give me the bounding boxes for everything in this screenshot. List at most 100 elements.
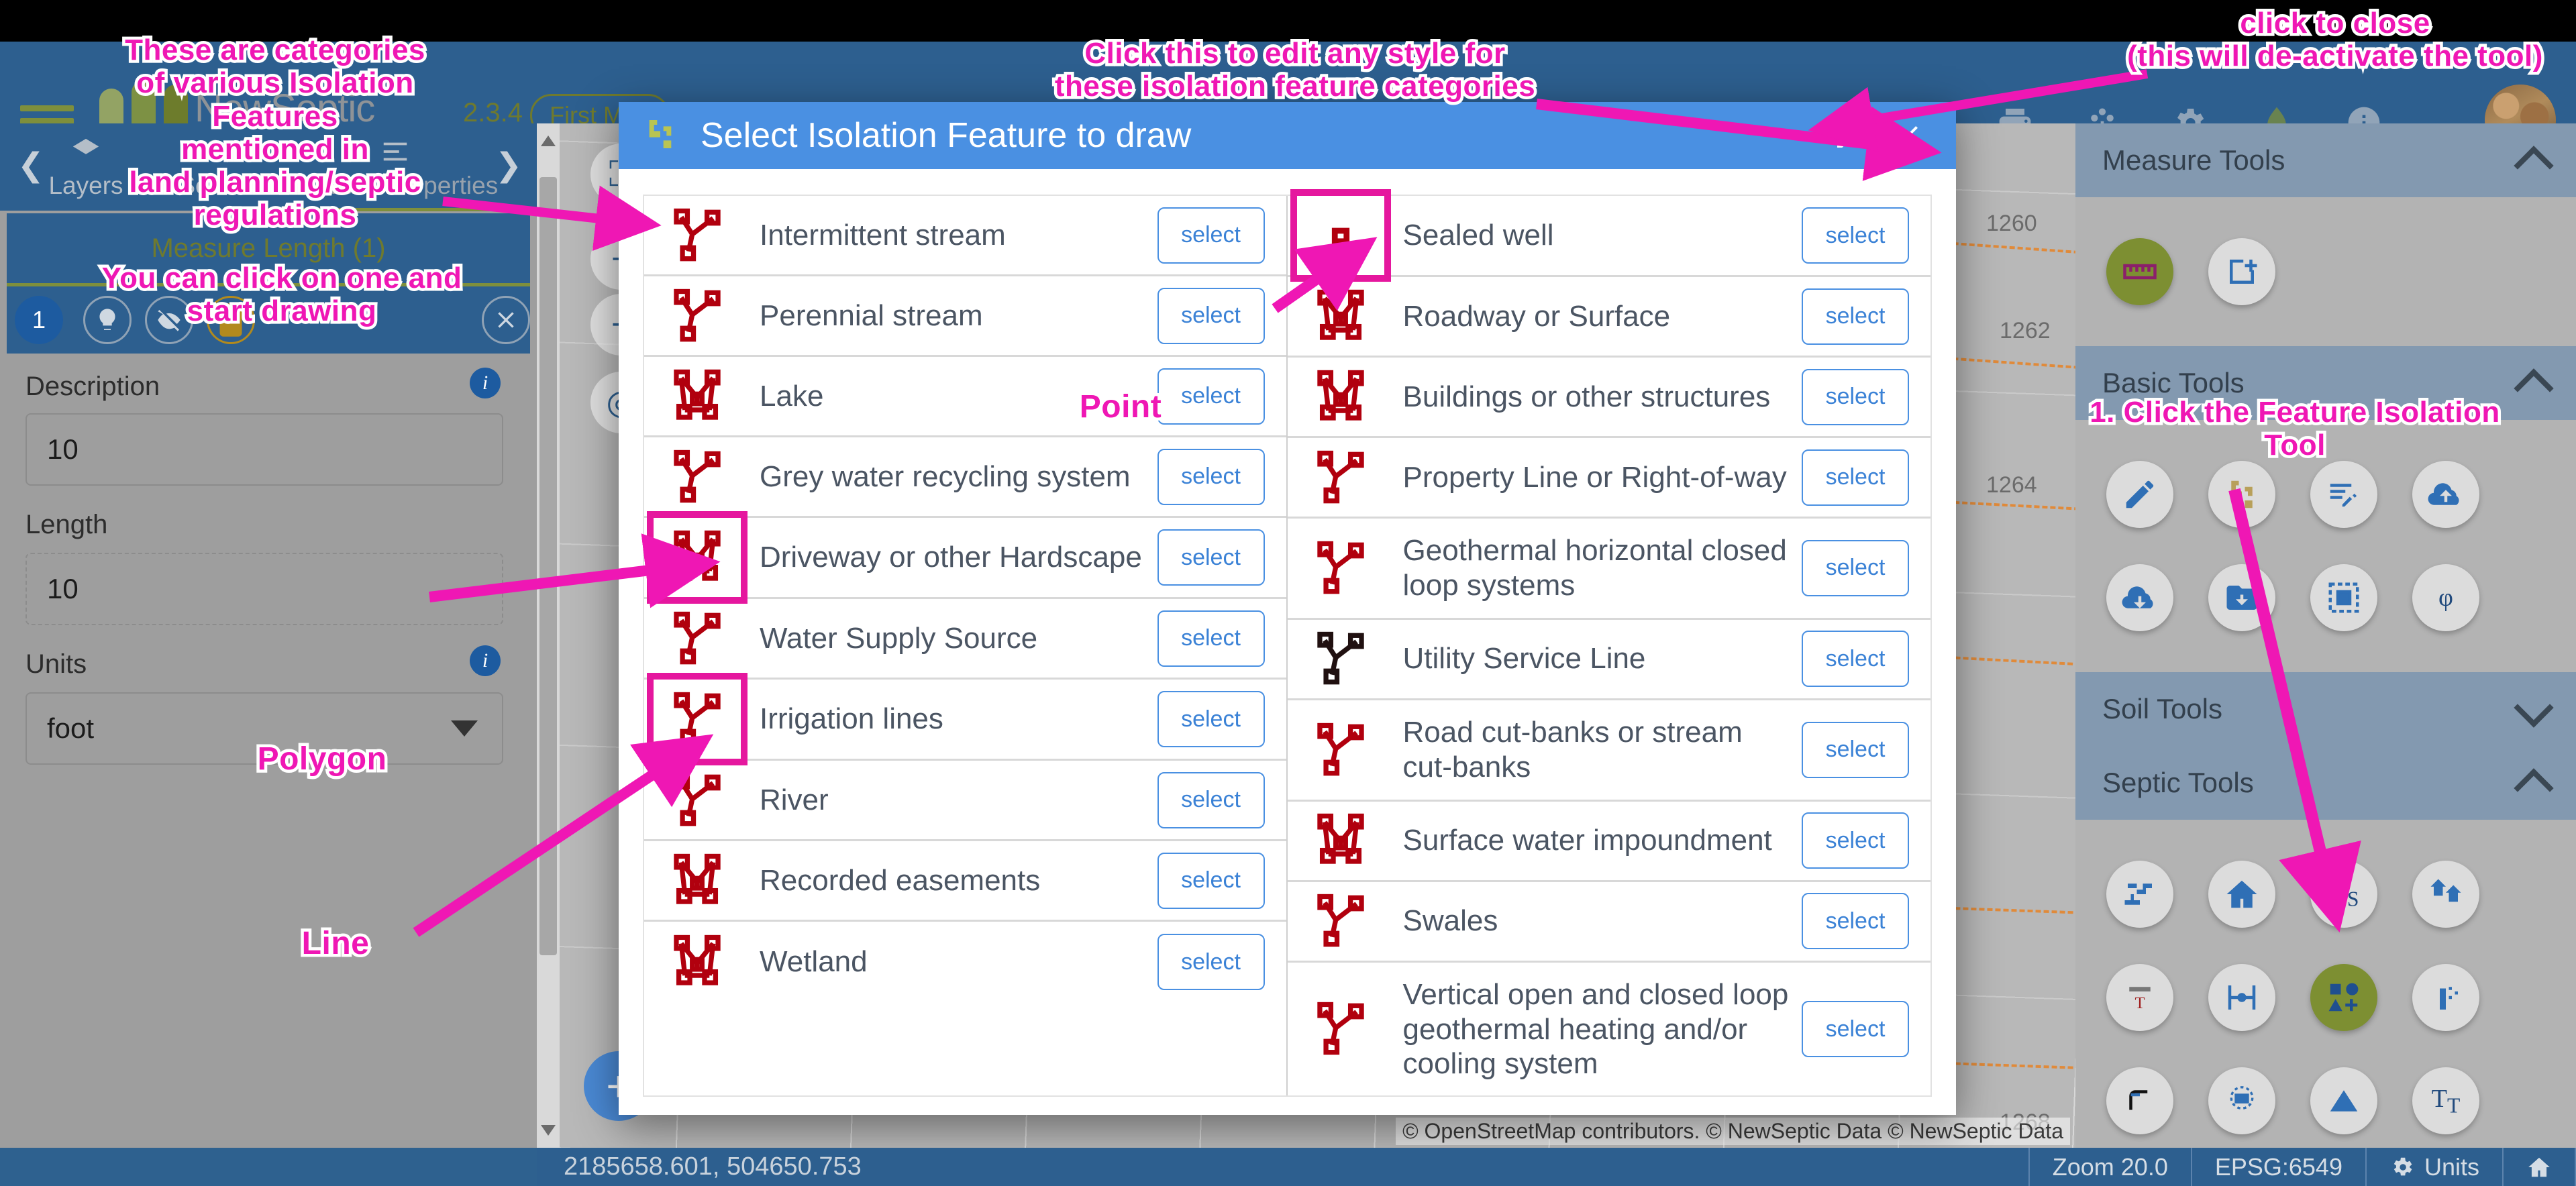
select-button[interactable]: select xyxy=(1157,852,1265,909)
tool-septic-line[interactable] xyxy=(2106,843,2208,946)
select-button[interactable]: select xyxy=(1802,368,1909,425)
tool-triangle[interactable] xyxy=(2310,1049,2412,1152)
isolation-feature-row[interactable]: Intermittent stream select xyxy=(644,196,1286,276)
select-button[interactable]: select xyxy=(1157,691,1265,747)
select-button[interactable]: select xyxy=(1802,631,1909,688)
isolation-feature-row[interactable]: Sealed well select xyxy=(1287,189,1930,282)
select-button[interactable]: select xyxy=(1157,448,1265,505)
scroll-down-icon[interactable] xyxy=(541,1125,556,1136)
tool-measure-length[interactable] xyxy=(2106,220,2208,323)
home-button[interactable] xyxy=(2502,1148,2576,1186)
coordinates-readout: 2185658.601, 504650.753 xyxy=(564,1152,862,1181)
isolation-feature-row[interactable]: Recorded easements select xyxy=(644,841,1286,922)
scrollbar-thumb[interactable] xyxy=(539,177,557,955)
edit-style-button[interactable] xyxy=(1824,111,1874,160)
close-icon[interactable] xyxy=(482,296,530,344)
select-button[interactable]: select xyxy=(1157,207,1265,264)
isolation-feature-label: Surface water impoundment xyxy=(1402,824,1772,857)
isolation-feature-label: Recorded easements xyxy=(760,863,1041,897)
tool-waterwell[interactable] xyxy=(2208,1049,2310,1152)
septic-tools-body: HS T TT xyxy=(2075,820,2576,1186)
epsg-code[interactable]: EPSG:6549 xyxy=(2190,1148,2365,1186)
close-dialog-button[interactable] xyxy=(1884,111,1933,160)
map-vertical-scrollbar[interactable] xyxy=(537,123,560,1148)
length-label: Length xyxy=(25,510,108,539)
isolation-feature-row[interactable]: Grey water recycling system select xyxy=(644,437,1286,518)
contour-label: 1260 xyxy=(1986,211,2037,236)
measure-tools-body xyxy=(2075,197,2576,346)
isolation-feature-row[interactable]: River select xyxy=(644,761,1286,841)
tool-cw[interactable] xyxy=(2106,1049,2208,1152)
isolation-feature-row[interactable]: Utility Service Line select xyxy=(1287,620,1930,700)
tool-perc-test[interactable] xyxy=(2412,946,2514,1049)
section-measure-tools[interactable]: Measure Tools xyxy=(2075,123,2576,197)
dialog-body: Intermittent stream select Perennial strea… xyxy=(619,169,1956,1115)
isolation-feature-row[interactable]: Perennial stream select xyxy=(644,276,1286,357)
select-button[interactable]: select xyxy=(1157,529,1265,586)
select-button[interactable]: select xyxy=(1802,207,1909,264)
isolation-feature-row[interactable]: Geothermal horizontal closed loop system… xyxy=(1287,519,1930,620)
select-button[interactable]: select xyxy=(1802,449,1909,506)
edit-list-icon xyxy=(2310,461,2377,528)
isolation-feature-row[interactable]: Lake select xyxy=(644,357,1286,437)
select-button[interactable]: select xyxy=(1802,721,1909,778)
tool-hs[interactable]: HS xyxy=(2310,843,2412,946)
annotation-categories: These are categories of various Isolatio… xyxy=(122,31,428,235)
chevron-down-icon xyxy=(451,720,478,737)
select-button[interactable]: select xyxy=(1802,893,1909,950)
isolation-feature-label: Geothermal horizontal closed loop system… xyxy=(1402,534,1787,602)
tool-phi[interactable]: φ xyxy=(2412,546,2514,649)
section-septic-tools[interactable]: Septic Tools xyxy=(2075,746,2576,820)
right-tool-panel: Measure Tools Basic Tools φ Soil Tools S… xyxy=(2075,123,2576,1186)
section-soil-tools[interactable]: Soil Tools xyxy=(2075,672,2576,746)
scroll-up-icon[interactable] xyxy=(541,136,556,146)
isolation-feature-row[interactable]: Roadway or Surface select xyxy=(1287,277,1930,358)
length-input[interactable]: 10 xyxy=(25,553,503,625)
cloud-download-icon xyxy=(2106,564,2173,631)
tool-setback[interactable] xyxy=(2208,946,2310,1049)
triangle-icon xyxy=(2310,1067,2377,1134)
tool-house[interactable] xyxy=(2208,843,2310,946)
description-info-icon[interactable]: i xyxy=(470,368,501,398)
units-info-icon[interactable]: i xyxy=(470,645,501,676)
isolation-feature-row[interactable]: Swales select xyxy=(1287,882,1930,963)
select-button[interactable]: select xyxy=(1157,934,1265,990)
annotation-click-draw: You can click on one and start drawing xyxy=(99,259,464,331)
tool-measure-area[interactable] xyxy=(2208,220,2310,323)
hs-label-icon: HS xyxy=(2310,861,2377,928)
units-value: foot xyxy=(47,712,95,744)
zoom-level[interactable]: Zoom 20.0 xyxy=(2028,1148,2191,1186)
tool-download[interactable] xyxy=(2106,546,2208,649)
isolation-feature-row[interactable]: Surface water impoundment select xyxy=(1287,802,1930,882)
isolation-feature-row[interactable]: Property Line or Right-of-way select xyxy=(1287,438,1930,519)
tool-tt[interactable]: TT xyxy=(2412,1049,2514,1152)
isolation-feature-row[interactable]: Road cut-banks or stream cut-banks select xyxy=(1287,700,1930,802)
tool-select-box[interactable] xyxy=(2310,546,2412,649)
units-button[interactable]: Units xyxy=(2365,1148,2502,1186)
select-button[interactable]: select xyxy=(1157,287,1265,344)
isolation-feature-row[interactable]: Wetland select xyxy=(644,922,1286,1002)
isolation-feature-row[interactable]: Water Supply Source select xyxy=(644,599,1286,680)
isolation-feature-list-right: Sealed well select Roadway or Surface selec… xyxy=(1287,189,1931,1097)
folder-download-icon xyxy=(2208,564,2275,631)
select-button[interactable]: select xyxy=(1157,771,1265,828)
pencil-icon xyxy=(2106,461,2173,528)
tool-isolation-feature-active[interactable] xyxy=(2310,946,2412,1049)
section-title: Soil Tools xyxy=(2102,693,2222,724)
isolation-feature-row[interactable]: Driveway or other Hardscape select xyxy=(644,511,1286,604)
select-button[interactable]: select xyxy=(1802,539,1909,596)
select-button[interactable]: select xyxy=(1802,1001,1909,1058)
perc-test-icon xyxy=(2412,964,2479,1031)
isolation-feature-row[interactable]: Vertical open and closed loop geothermal… xyxy=(1288,963,1931,1097)
cloud-upload-icon xyxy=(2412,461,2479,528)
isolation-feature-row[interactable]: Irrigation lines select xyxy=(644,673,1286,765)
select-button[interactable]: select xyxy=(1157,610,1265,667)
description-input[interactable]: 10 xyxy=(25,413,503,486)
isolation-feature-label: Sealed well xyxy=(1402,219,1554,252)
tool-import-folder[interactable] xyxy=(2208,546,2310,649)
select-button[interactable]: select xyxy=(1802,288,1909,345)
select-button[interactable]: select xyxy=(1802,812,1909,869)
tool-two-houses[interactable] xyxy=(2412,843,2514,946)
tool-test-pit[interactable]: T xyxy=(2106,946,2208,1049)
isolation-feature-row[interactable]: Buildings or other structures select xyxy=(1287,358,1930,438)
